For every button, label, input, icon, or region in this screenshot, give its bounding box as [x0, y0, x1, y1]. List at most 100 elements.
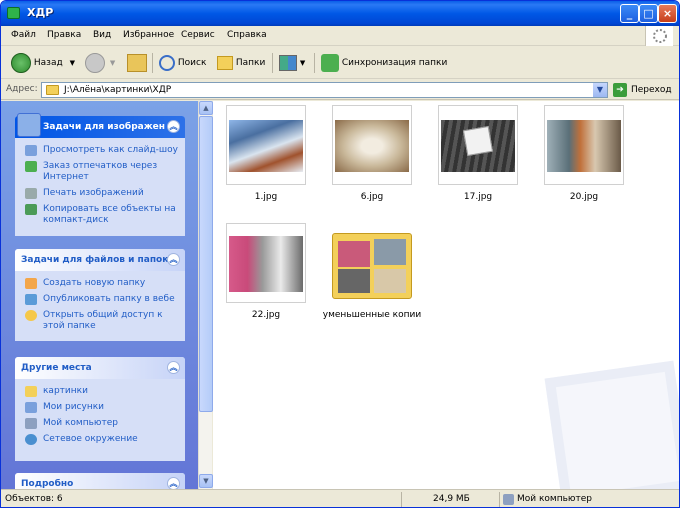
place-label: картинки [43, 386, 88, 396]
task-label: Копировать все объекты на компакт-диск [43, 204, 176, 225]
up-folder-icon [127, 53, 147, 72]
file-item[interactable]: 22.jpg [213, 223, 319, 320]
web-publish-icon [25, 294, 37, 305]
file-item[interactable]: 17.jpg [425, 105, 531, 202]
windows-logo-icon [645, 26, 673, 46]
task-label: Просмотреть как слайд-шоу [43, 145, 178, 155]
window-title: ХДР [27, 6, 54, 19]
views-icon [279, 54, 297, 71]
file-item[interactable]: 20.jpg [531, 105, 637, 202]
go-label: Переход [631, 85, 672, 95]
thumbnail [332, 105, 412, 185]
folder-icon [46, 85, 59, 95]
my-pictures-icon [25, 402, 37, 413]
scroll-down-icon[interactable]: ▼ [199, 474, 213, 488]
place-pictures-folder[interactable]: картинки [15, 383, 185, 399]
title-bar[interactable]: ХДР _ □ × [1, 1, 679, 26]
folder-item[interactable]: уменьшенные копии [319, 223, 425, 320]
folder-icon [7, 7, 20, 19]
share-icon [25, 310, 37, 321]
minimize-button[interactable]: _ [620, 4, 639, 23]
go-arrow-icon: ➔ [613, 83, 627, 97]
pictures-icon [17, 113, 41, 137]
file-tasks-panel: Задачи для файлов и папок ︽ Создать нову… [15, 249, 185, 341]
search-button[interactable]: Поиск [159, 52, 206, 74]
scroll-thumb[interactable] [199, 116, 213, 412]
folders-label: Папки [235, 58, 266, 68]
task-slideshow[interactable]: Просмотреть как слайд-шоу [15, 142, 185, 158]
views-button[interactable]: ▼ [279, 52, 305, 74]
back-button[interactable]: Назад ▼ [11, 52, 75, 74]
task-new-folder[interactable]: Создать новую папку [15, 275, 185, 291]
address-input[interactable]: J:\Алёна\картинки\ХДР ▼ [41, 82, 608, 98]
image-tasks-header[interactable]: Задачи для изображен ︽ [15, 113, 185, 138]
folder-name: уменьшенные копии [322, 310, 422, 320]
file-tasks-title: Задачи для файлов и папок [21, 255, 169, 265]
file-list: 1.jpg 6.jpg 17.jpg 20.jpg 22.jpg уменьше… [213, 101, 679, 489]
folders-icon [217, 55, 233, 70]
close-button[interactable]: × [658, 4, 677, 23]
thumbnail [226, 223, 306, 303]
thumbnail [544, 105, 624, 185]
maximize-button[interactable]: □ [639, 4, 658, 23]
expand-icon[interactable]: ︽ [167, 477, 180, 489]
menu-bar: Файл Правка Вид Избранное Сервис Справка [1, 26, 679, 46]
forward-button[interactable]: ▼ [85, 52, 115, 74]
menu-tools[interactable]: Сервис [181, 30, 215, 40]
menu-favorites[interactable]: Избранное [123, 30, 174, 40]
scroll-up-icon[interactable]: ▲ [199, 101, 213, 115]
menu-edit[interactable]: Правка [47, 30, 81, 40]
chevron-down-icon[interactable]: ▼ [70, 59, 75, 67]
collapse-icon[interactable]: ︽ [167, 253, 180, 266]
task-publish-web[interactable]: Опубликовать папку в вебе [15, 291, 185, 307]
place-my-computer[interactable]: Мой компьютер [15, 415, 185, 431]
place-network[interactable]: Сетевое окружение [15, 431, 185, 447]
thumbnail [226, 105, 306, 185]
menu-help[interactable]: Справка [227, 30, 267, 40]
image-tasks-title: Задачи для изображен [43, 122, 165, 132]
file-name: 6.jpg [360, 192, 384, 202]
task-copy-to-cd[interactable]: Копировать все объекты на компакт-диск [15, 201, 185, 228]
address-bar: Адрес: J:\Алёна\картинки\ХДР ▼ ➔ Переход [1, 80, 679, 100]
task-share-folder[interactable]: Открыть общий доступ к этой папке [15, 307, 185, 334]
task-pane-scrollbar[interactable]: ▲ ▼ [198, 101, 213, 489]
chevron-down-icon[interactable]: ▼ [110, 59, 115, 67]
details-header[interactable]: Подробно ︽ [15, 473, 185, 489]
explorer-window: ХДР _ □ × Файл Правка Вид Избранное Серв… [0, 0, 680, 508]
sync-folder-button[interactable]: Синхронизация папки [321, 52, 447, 74]
task-label: Создать новую папку [43, 278, 146, 288]
file-name: 22.jpg [251, 310, 281, 320]
file-item[interactable]: 1.jpg [213, 105, 319, 202]
globe-icon [25, 161, 37, 172]
status-size: 24,9 МБ [433, 494, 470, 504]
search-icon [159, 54, 175, 71]
chevron-down-icon[interactable]: ▼ [300, 59, 305, 67]
network-icon [25, 434, 37, 445]
other-places-panel: Другие места ︽ картинки Мои рисунки Мой … [15, 357, 185, 461]
search-label: Поиск [177, 58, 207, 68]
other-places-header[interactable]: Другие места ︽ [15, 357, 185, 379]
address-value: J:\Алёна\картинки\ХДР [64, 85, 172, 95]
status-location: Мой компьютер [517, 494, 592, 504]
task-pane: Задачи для изображен ︽ Просмотреть как с… [1, 101, 198, 489]
collapse-icon[interactable]: ︽ [167, 120, 180, 133]
address-dropdown-icon[interactable]: ▼ [593, 83, 607, 97]
up-button[interactable] [127, 52, 147, 74]
menu-view[interactable]: Вид [93, 30, 111, 40]
status-object-count: Объектов: 6 [5, 494, 63, 504]
back-arrow-icon [11, 52, 31, 73]
file-item[interactable]: 6.jpg [319, 105, 425, 202]
forward-arrow-icon [85, 52, 105, 73]
toolbar: Назад ▼ ▼ Поиск Папки ▼ Синхронизация па… [1, 47, 679, 79]
file-tasks-header[interactable]: Задачи для файлов и папок ︽ [15, 249, 185, 271]
go-button[interactable]: ➔ Переход [613, 82, 672, 98]
address-label: Адрес: [6, 84, 38, 94]
menu-file[interactable]: Файл [11, 30, 36, 40]
task-order-prints[interactable]: Заказ отпечатков через Интернет [15, 158, 185, 185]
folders-button[interactable]: Папки [217, 52, 265, 74]
place-my-pictures[interactable]: Мои рисунки [15, 399, 185, 415]
file-name: 1.jpg [254, 192, 278, 202]
task-print[interactable]: Печать изображений [15, 185, 185, 201]
sync-icon [321, 53, 339, 72]
collapse-icon[interactable]: ︽ [167, 361, 180, 374]
